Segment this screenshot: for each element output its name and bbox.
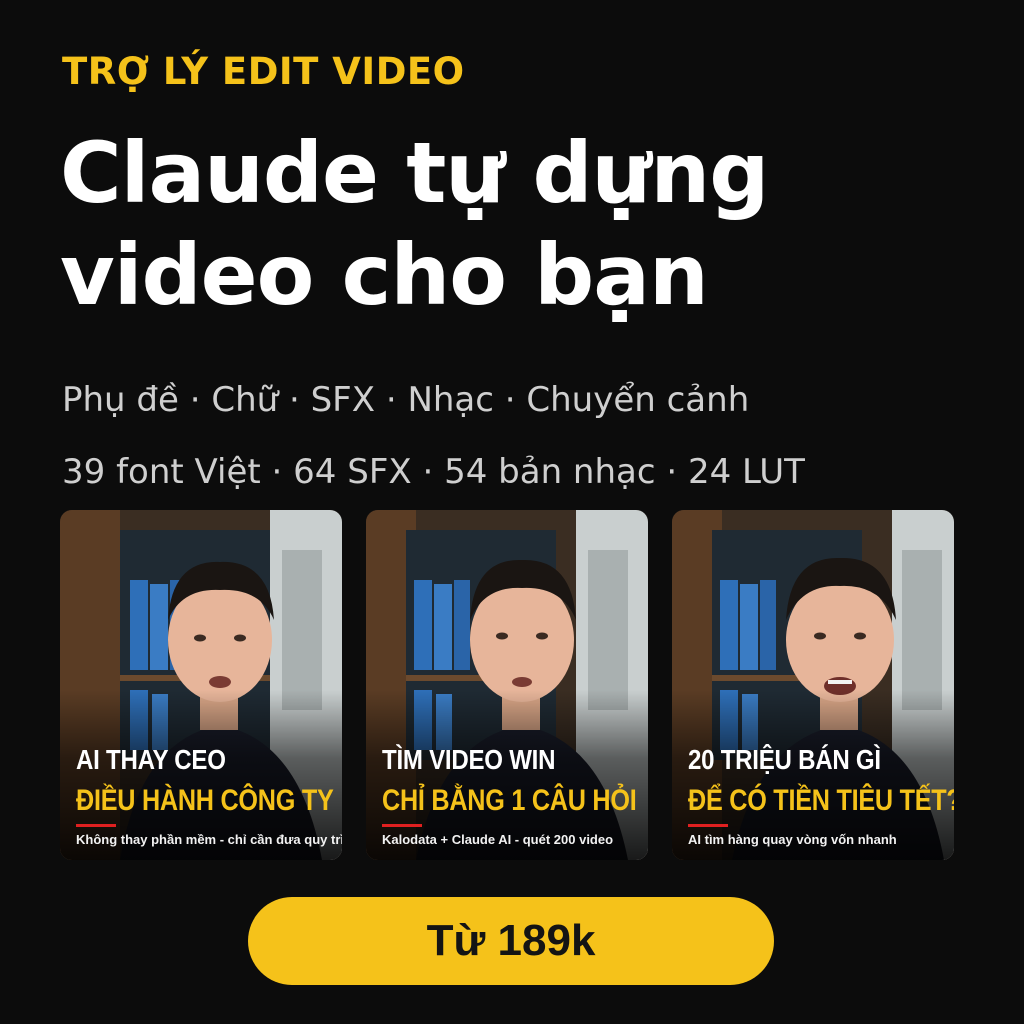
feature-line-1: Phụ đề · Chữ · SFX · Nhạc · Chuyển cảnh	[62, 380, 750, 420]
price-cta-button[interactable]: Từ 189k	[248, 897, 774, 985]
headline: Claude tự dựng video cho bạn	[60, 122, 980, 326]
feature-list: Phụ đề · Chữ · SFX · Nhạc · Chuyển cảnh …	[62, 364, 805, 508]
headline-line-1: Claude tự dựng	[60, 124, 769, 222]
card-caption: Không thay phần mềm - chỉ cần đưa quy tr…	[76, 832, 342, 847]
card-title-line-2: ĐỂ CÓ TIỀN TIÊU TẾT?	[688, 784, 954, 817]
card-title-line-1: 20 TRIỆU BÁN GÌ	[688, 744, 881, 775]
accent-underline	[76, 824, 116, 827]
accent-underline	[688, 824, 728, 827]
video-thumbnail-card[interactable]: TÌM VIDEO WIN CHỈ BẰNG 1 CÂU HỎI Kalodat…	[366, 510, 648, 860]
video-thumbnail-card[interactable]: AI THAY CEO ĐIỀU HÀNH CÔNG TY Không thay…	[60, 510, 342, 860]
video-thumbnail-row: AI THAY CEO ĐIỀU HÀNH CÔNG TY Không thay…	[60, 510, 960, 860]
card-title-line-2: ĐIỀU HÀNH CÔNG TY	[76, 784, 334, 817]
feature-line-2: 39 font Việt · 64 SFX · 54 bản nhạc · 24…	[62, 452, 805, 492]
video-thumbnail-card[interactable]: 20 TRIỆU BÁN GÌ ĐỂ CÓ TIỀN TIÊU TẾT? AI …	[672, 510, 954, 860]
card-caption: AI tìm hàng quay vòng vốn nhanh	[688, 832, 897, 847]
card-title-line-2: CHỈ BẰNG 1 CÂU HỎI	[382, 784, 637, 817]
card-caption: Kalodata + Claude AI - quét 200 video	[382, 832, 614, 847]
card-title-line-1: TÌM VIDEO WIN	[382, 744, 556, 775]
card-title-line-1: AI THAY CEO	[76, 744, 226, 775]
eyebrow-label: TRỢ LÝ EDIT VIDEO	[62, 50, 465, 93]
accent-underline	[382, 824, 422, 827]
headline-line-2: video cho bạn	[60, 226, 709, 324]
